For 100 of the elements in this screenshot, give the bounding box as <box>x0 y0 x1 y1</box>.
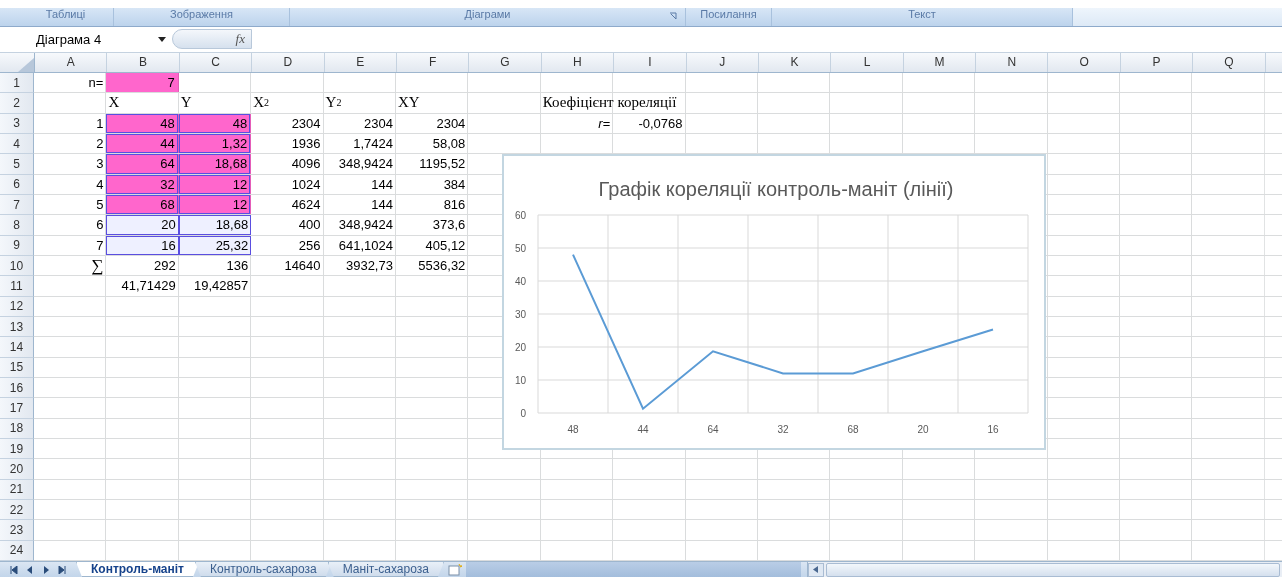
table-cell[interactable]: 18,68 <box>178 154 252 174</box>
column-header[interactable]: H <box>541 52 615 72</box>
table-cell[interactable]: 2304 <box>251 113 324 133</box>
row-header[interactable]: 24 <box>0 540 34 562</box>
table-cell[interactable]: 48 <box>106 113 179 133</box>
table-cell[interactable]: Y <box>178 93 252 113</box>
scroll-left-icon[interactable] <box>807 562 824 577</box>
row-header[interactable]: 21 <box>0 479 34 501</box>
column-header[interactable]: K <box>758 52 832 72</box>
table-cell[interactable]: 144 <box>323 194 396 215</box>
table-cell[interactable]: 1,7424 <box>323 133 396 154</box>
table-cell[interactable]: 48 <box>178 113 252 133</box>
sheet-tab[interactable]: Маніт-сахароза <box>327 562 444 577</box>
table-cell[interactable]: 816 <box>395 194 469 215</box>
table-cell[interactable]: XY <box>395 93 541 113</box>
row-header[interactable]: 17 <box>0 398 34 419</box>
table-cell[interactable]: 20 <box>106 215 179 235</box>
table-cell[interactable]: 292 <box>106 255 179 276</box>
table-cell[interactable]: 64 <box>106 154 179 174</box>
table-cell[interactable]: 5536,32 <box>395 255 469 276</box>
row-header[interactable]: 2 <box>0 93 34 114</box>
column-header[interactable]: L <box>831 52 904 72</box>
row-header[interactable]: 9 <box>0 235 34 256</box>
table-cell[interactable]: 41,71429 <box>106 276 179 296</box>
row-header[interactable]: 19 <box>0 439 34 460</box>
sheet-tab[interactable]: Контроль-маніт <box>76 562 199 577</box>
horizontal-scrollbar[interactable] <box>806 562 1282 577</box>
row-header[interactable]: 15 <box>0 357 34 378</box>
table-cell[interactable]: 348,9424 <box>323 215 396 235</box>
row-header[interactable]: 4 <box>0 133 34 155</box>
table-cell[interactable]: 14640 <box>251 255 324 276</box>
table-cell[interactable]: 44 <box>106 133 179 154</box>
table-cell[interactable]: -0,0768 <box>613 113 686 133</box>
column-header[interactable]: C <box>179 52 253 72</box>
table-cell[interactable]: 5 <box>34 194 107 215</box>
column-header[interactable]: D <box>252 52 325 72</box>
name-box[interactable]: Діаграма 4 <box>36 31 172 47</box>
table-cell[interactable]: ∑ <box>34 255 107 276</box>
row-header[interactable]: 1 <box>0 72 34 94</box>
row-header[interactable]: 14 <box>0 337 34 358</box>
table-cell[interactable]: n= <box>34 72 107 93</box>
row-header[interactable]: 7 <box>0 194 34 216</box>
row-header[interactable]: 11 <box>0 276 34 297</box>
row-header[interactable]: 13 <box>0 316 34 338</box>
table-cell[interactable]: 400 <box>251 215 324 235</box>
table-cell[interactable]: 1 <box>34 113 107 133</box>
table-cell[interactable]: 4096 <box>251 154 324 174</box>
column-header[interactable]: Q <box>1193 52 1266 72</box>
row-header[interactable]: 22 <box>0 500 34 521</box>
table-cell[interactable]: 2 <box>34 133 107 154</box>
column-header[interactable]: G <box>469 52 542 72</box>
table-cell[interactable]: 1195,52 <box>395 154 469 174</box>
table-cell[interactable]: 405,12 <box>395 235 469 255</box>
chart[interactable]: Графік кореляції контроль-маніт (лінії) 0 10 20 30 40 50 60 48 44 64 32 68 20 16 <box>502 154 1046 450</box>
table-cell[interactable]: 4 <box>34 174 107 194</box>
table-cell[interactable]: 12 <box>178 174 252 194</box>
table-cell[interactable]: 136 <box>178 255 252 276</box>
column-header[interactable]: I <box>614 52 687 72</box>
table-cell[interactable]: 348,9424 <box>323 154 396 174</box>
table-cell[interactable]: 144 <box>323 174 396 194</box>
sheet-tab[interactable]: Контроль-сахароза <box>195 562 332 577</box>
table-cell[interactable]: 25,32 <box>178 235 252 255</box>
column-header[interactable]: B <box>107 52 180 72</box>
row-header[interactable]: 6 <box>0 174 34 195</box>
row-header[interactable]: 18 <box>0 418 34 439</box>
column-header[interactable]: N <box>976 52 1049 72</box>
table-cell[interactable]: 7 <box>106 72 179 93</box>
table-cell[interactable]: 18,68 <box>178 215 252 235</box>
column-header[interactable]: F <box>396 52 470 72</box>
table-cell[interactable]: 3 <box>34 154 107 174</box>
table-cell[interactable]: 3932,73 <box>323 255 396 276</box>
table-cell[interactable]: 32 <box>106 174 179 194</box>
table-cell[interactable]: 16 <box>106 235 179 255</box>
table-cell[interactable]: 7 <box>34 235 107 255</box>
row-header[interactable]: 20 <box>0 459 34 480</box>
column-header[interactable]: O <box>1048 52 1121 72</box>
table-cell[interactable]: 384 <box>395 174 469 194</box>
table-cell[interactable]: 1024 <box>251 174 324 194</box>
table-cell[interactable]: 2304 <box>323 113 396 133</box>
table-cell[interactable]: 373,6 <box>395 215 469 235</box>
row-header[interactable]: 16 <box>0 378 34 399</box>
table-cell[interactable]: 1936 <box>251 133 324 154</box>
column-header[interactable]: J <box>686 52 759 72</box>
table-cell[interactable]: 641,1024 <box>323 235 396 255</box>
column-header[interactable]: A <box>35 52 108 72</box>
row-header[interactable]: 23 <box>0 520 34 541</box>
table-cell[interactable]: 2304 <box>395 113 469 133</box>
table-cell[interactable]: 1,32 <box>178 133 252 154</box>
row-header[interactable]: 3 <box>0 113 34 134</box>
column-header[interactable]: M <box>903 52 977 72</box>
table-cell[interactable]: 19,42857 <box>178 276 252 296</box>
row-header[interactable]: 8 <box>0 215 34 236</box>
table-cell[interactable]: 256 <box>251 235 324 255</box>
table-cell[interactable]: X <box>106 93 179 113</box>
table-cell[interactable]: r= <box>540 113 614 133</box>
column-header[interactable]: P <box>1120 52 1194 72</box>
table-cell[interactable]: 58,08 <box>395 133 469 154</box>
row-header[interactable]: 12 <box>0 296 34 317</box>
table-cell[interactable]: 68 <box>106 194 179 215</box>
table-cell[interactable]: 12 <box>178 194 252 215</box>
